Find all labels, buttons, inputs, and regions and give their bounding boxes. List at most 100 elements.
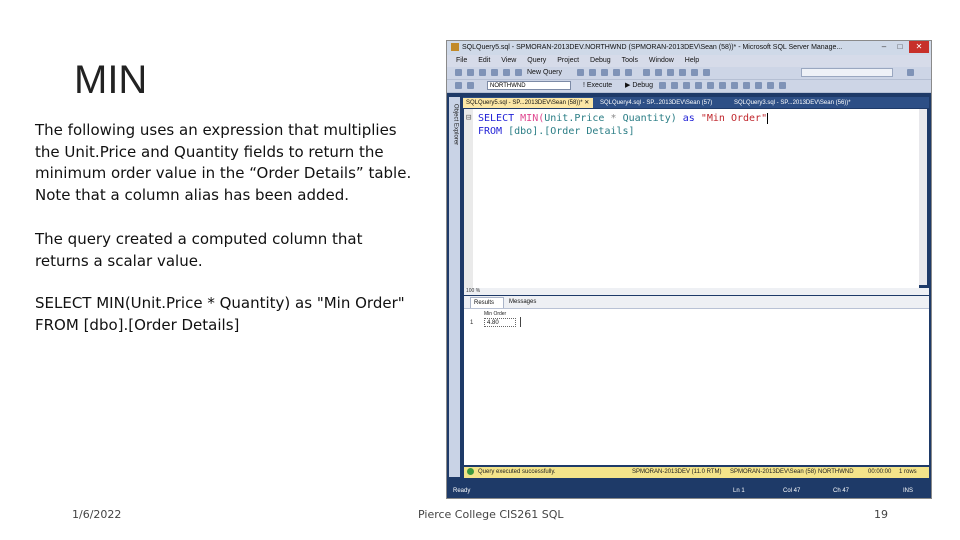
tab-sqlquery3[interactable]: SQLQuery3.sql - SP...2013DEV\Sean (56))* xyxy=(731,98,861,108)
window-status-bar: Ready Ln 1 Col 47 Ch 47 INS xyxy=(447,485,931,498)
menu-edit[interactable]: Edit xyxy=(478,57,490,64)
menu-view[interactable]: View xyxy=(501,57,516,64)
properties-icon[interactable] xyxy=(679,69,686,76)
paste-icon[interactable] xyxy=(601,69,608,76)
column-header-min-order[interactable]: Min Order xyxy=(484,311,506,317)
query-status-message: Query executed successfully. xyxy=(478,469,556,475)
results-grid[interactable]: Min Order 1 4.80 xyxy=(464,309,929,465)
close-button[interactable]: ✕ xyxy=(909,41,929,53)
slide-title: MIN xyxy=(74,58,148,102)
footer-date: 1/6/2022 xyxy=(72,508,122,521)
database-selector[interactable]: NORTHWND xyxy=(487,81,571,90)
row-number: 1 xyxy=(470,320,474,326)
code-line-2: FROM [dbo].[Order Details] xyxy=(478,126,635,137)
explanation-paragraph: The query created a computed column that… xyxy=(35,230,363,270)
menu-project[interactable]: Project xyxy=(557,57,579,64)
tab-sqlquery4[interactable]: SQLQuery4.sql - SP...2013DEV\Sean (57) xyxy=(597,98,729,108)
footer-course: Pierce College CIS261 SQL xyxy=(418,508,564,521)
editor-gutter xyxy=(464,109,473,289)
results-to-file-icon[interactable] xyxy=(731,82,738,89)
query-editor[interactable]: ⊟ SELECT MIN(Unit.Price * Quantity) as "… xyxy=(464,109,927,289)
toolbar-search-box[interactable] xyxy=(801,68,893,77)
menu-tools[interactable]: Tools xyxy=(622,57,638,64)
success-check-icon xyxy=(467,467,474,475)
debug-button[interactable]: ▶ Debug xyxy=(625,80,653,92)
status-server: SPMORAN-2013DEV (11.0 RTM) xyxy=(632,469,722,475)
ssms-window: SQLQuery5.sql - SPMORAN-2013DEV.NORTHWND… xyxy=(446,40,932,499)
cut-icon[interactable] xyxy=(577,69,584,76)
status-database: NORTHWND xyxy=(818,469,854,475)
result-cell[interactable]: 4.80 xyxy=(484,318,516,327)
display-plan-icon[interactable] xyxy=(683,82,690,89)
status-elapsed-time: 00:00:00 xyxy=(868,469,892,475)
text-caret xyxy=(767,112,769,124)
toolbar-options-icon[interactable] xyxy=(907,69,914,76)
results-tabs: Results Messages xyxy=(464,296,929,309)
menu-query[interactable]: Query xyxy=(527,57,546,64)
collapse-icon[interactable]: ⊟ xyxy=(466,112,471,125)
object-explorer-label: Object Explorer xyxy=(452,103,459,146)
outdent-icon[interactable] xyxy=(779,82,786,89)
menu-bar: File Edit View Query Project Debug Tools… xyxy=(447,55,931,67)
menu-window[interactable]: Window xyxy=(649,57,674,64)
query-designer-icon[interactable] xyxy=(695,82,702,89)
close-tab-icon[interactable]: ✕ xyxy=(584,100,589,106)
redo-icon[interactable] xyxy=(625,69,632,76)
window-title: SQLQuery5.sql - SPMORAN-2013DEV.NORTHWND… xyxy=(462,44,843,51)
status-line: Ln 1 xyxy=(733,488,745,494)
status-row-count: 1 rows xyxy=(899,469,917,475)
uncomment-icon[interactable] xyxy=(755,82,762,89)
query-status-bar: Query executed successfully. SPMORAN-201… xyxy=(464,467,929,478)
menu-help[interactable]: Help xyxy=(685,57,699,64)
run-icon[interactable] xyxy=(703,69,710,76)
zoom-bar: 100 % xyxy=(464,288,929,295)
maximize-button[interactable]: □ xyxy=(893,41,907,53)
document-tabs: SQLQuery5.sql - SP...2013DEV\Sean (58))*… xyxy=(463,97,929,108)
description-paragraph: The following uses an expression that mu… xyxy=(35,121,412,204)
cell-cursor xyxy=(520,317,521,327)
status-char: Ch 47 xyxy=(833,488,850,494)
new-project-icon[interactable] xyxy=(455,69,462,76)
toolbox-icon[interactable] xyxy=(691,69,698,76)
status-ready: Ready xyxy=(453,488,471,494)
status-column: Col 47 xyxy=(783,488,801,494)
add-item-icon[interactable] xyxy=(467,69,474,76)
tab-messages[interactable]: Messages xyxy=(506,297,546,308)
sql-editor-toolbar: NORTHWND ! Execute ▶ Debug xyxy=(447,80,931,93)
copy-icon[interactable] xyxy=(589,69,596,76)
indent-icon[interactable] xyxy=(767,82,774,89)
stop-icon[interactable] xyxy=(659,82,666,89)
execute-button[interactable]: ! Execute xyxy=(583,80,612,92)
new-query-button[interactable]: New Query xyxy=(527,67,562,79)
minimize-button[interactable]: – xyxy=(877,41,891,53)
disconnect-icon[interactable] xyxy=(467,82,474,89)
tab-results[interactable]: Results xyxy=(470,297,504,308)
results-to-grid-icon[interactable] xyxy=(719,82,726,89)
results-to-text-icon[interactable] xyxy=(707,82,714,89)
open-file-icon[interactable] xyxy=(479,69,486,76)
sql-example-text: SELECT MIN(Unit.Price * Quantity) as "Mi… xyxy=(35,294,405,334)
object-explorer-panel[interactable]: Object Explorer xyxy=(449,97,460,477)
status-insert-mode: INS xyxy=(903,488,914,494)
window-titlebar: SQLQuery5.sql - SPMORAN-2013DEV.NORTHWND… xyxy=(447,41,931,55)
connect-icon[interactable] xyxy=(455,82,462,89)
comment-icon[interactable] xyxy=(743,82,750,89)
parse-icon[interactable] xyxy=(671,82,678,89)
undo-icon[interactable] xyxy=(613,69,620,76)
solution-explorer-icon[interactable] xyxy=(667,69,674,76)
zoom-level[interactable]: 100 % xyxy=(466,287,480,295)
tab-sqlquery5[interactable]: SQLQuery5.sql - SP...2013DEV\Sean (58))*… xyxy=(463,98,593,108)
new-query-icon[interactable] xyxy=(515,69,522,76)
menu-debug[interactable]: Debug xyxy=(590,57,611,64)
find-icon[interactable] xyxy=(655,69,662,76)
menu-file[interactable]: File xyxy=(456,57,467,64)
save-all-icon[interactable] xyxy=(503,69,510,76)
save-icon[interactable] xyxy=(491,69,498,76)
code-line-1: SELECT MIN(Unit.Price * Quantity) as "Mi… xyxy=(478,112,769,124)
start-debug-icon[interactable] xyxy=(643,69,650,76)
footer-page-number: 19 xyxy=(874,508,888,521)
standard-toolbar: New Query xyxy=(447,67,931,80)
ssms-app-icon xyxy=(451,43,459,52)
status-user: SPMORAN-2013DEV\Sean (58) xyxy=(730,469,817,475)
editor-scrollbar[interactable] xyxy=(919,109,927,285)
